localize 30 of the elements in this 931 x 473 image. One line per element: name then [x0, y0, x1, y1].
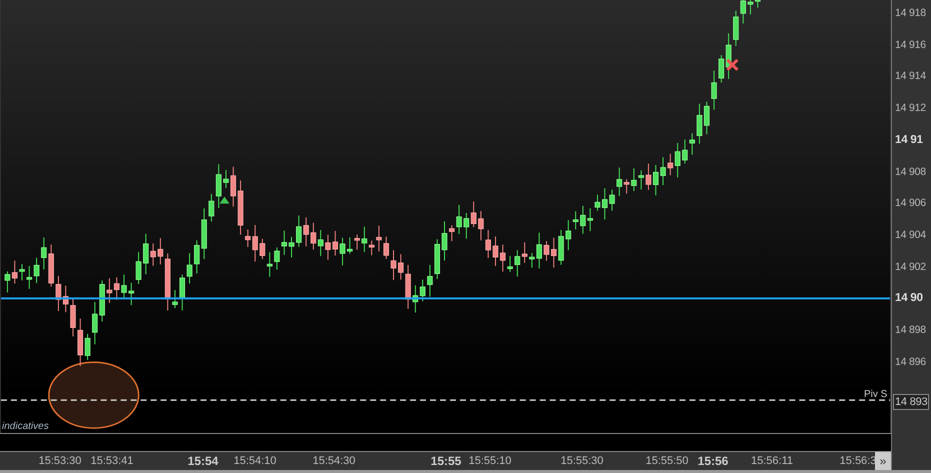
current-price-label: 14 893 [893, 394, 930, 410]
price-label: 14 918 [895, 7, 926, 19]
price-label: 14 912 [895, 102, 926, 114]
time-label: 15:55:30 [560, 455, 604, 468]
scroll-button[interactable]: » [875, 452, 891, 470]
time-label: 15:53:30 [38, 455, 82, 468]
time-label: 15:56 [698, 454, 728, 468]
time-label: 15:54:10 [234, 455, 276, 468]
time-label: 15:55:50 [646, 455, 688, 468]
time-label: 15:53:41 [90, 455, 134, 468]
price-label: 14 916 [895, 38, 926, 51]
price-label: 14 908 [895, 166, 926, 178]
cross-icon [726, 58, 739, 72]
footer-note: indicatives [2, 421, 49, 432]
price-label: 14 904 [895, 228, 926, 241]
price-label: 14 91 [895, 134, 923, 146]
time-label: 15:55 [430, 454, 462, 468]
time-label: 15:56:11 [751, 455, 793, 468]
price-label: 14 896 [895, 356, 926, 368]
pivot-label: Piv S [864, 389, 888, 400]
up-arrow-icon [219, 196, 230, 204]
price-label: 14 898 [895, 324, 926, 336]
time-label: 15:54:30 [312, 455, 356, 468]
price-label: 14 906 [895, 197, 926, 210]
price-label: 14 90 [895, 292, 923, 304]
price-label: 14 914 [895, 70, 926, 82]
time-label: 15:56:3 [840, 455, 876, 468]
price-label: 14 902 [895, 260, 926, 273]
time-label: 15:54 [188, 454, 218, 468]
time-label: 15:55:10 [468, 455, 512, 468]
